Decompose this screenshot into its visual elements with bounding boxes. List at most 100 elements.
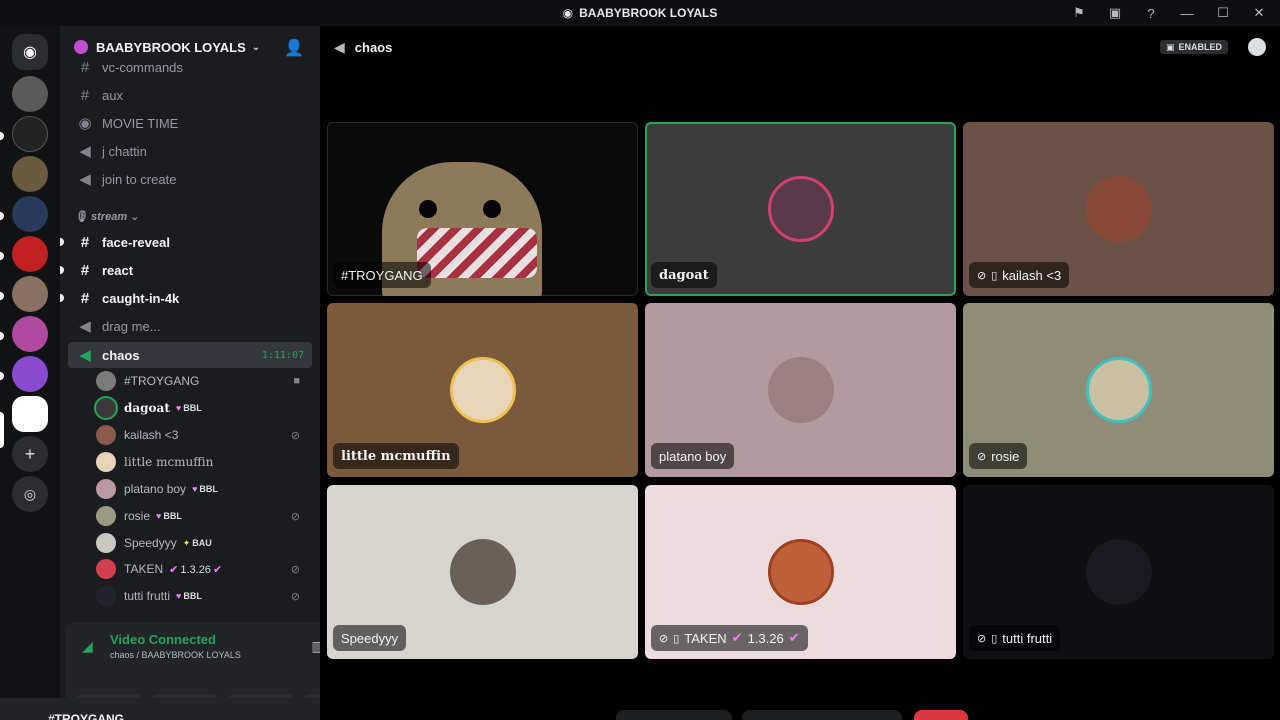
avatar — [96, 586, 116, 606]
user-panel[interactable]: #TROYGANG — [0, 698, 320, 720]
hash-icon: # — [80, 60, 90, 74]
mic-control[interactable] — [616, 710, 732, 720]
mic-muted-icon: ⊘ — [290, 510, 300, 523]
video-tile[interactable]: ⊘ ▯ tutti frutti — [963, 485, 1274, 659]
chat-icon[interactable] — [1248, 38, 1266, 56]
hash-icon: # — [80, 289, 90, 307]
server-icon[interactable] — [12, 316, 48, 352]
channel-item[interactable]: # caught-in-4k — [68, 285, 312, 311]
voice-member[interactable]: #TROYGANG ■ — [96, 369, 312, 393]
channel-item[interactable]: ◉ MOVIE TIME — [68, 110, 312, 136]
unread-dot — [60, 266, 64, 274]
close-icon[interactable]: ✕ — [1248, 2, 1270, 24]
chevron-down-icon: ⌄ — [251, 41, 261, 53]
hash-icon: # — [80, 86, 90, 104]
participant-name: ⊘ ▯ tutti frutti — [969, 625, 1061, 651]
stage-header: ◀ chaos ▣ ENABLED — [320, 26, 1280, 68]
explore-button[interactable]: ◎ — [12, 476, 48, 512]
channel-item[interactable]: # face-reveal — [68, 229, 312, 255]
voice-member[interactable]: platano boy ♥ BBL — [96, 477, 312, 501]
avatar — [1085, 176, 1152, 242]
server-icon[interactable] — [12, 356, 48, 392]
avatar — [96, 559, 116, 579]
add-member-icon[interactable]: 👤 — [284, 38, 304, 58]
voice-member[interactable]: little mcmuffin — [96, 450, 312, 474]
voice-member[interactable]: TAKEN ✔ 1.3.26 ✔ ⊘ — [96, 557, 312, 581]
video-tile[interactable]: ⊘ ▯ TAKEN ✔ 1.3.26 ✔ — [645, 485, 956, 659]
voice-member[interactable]: kailash <3 ⊘ — [96, 423, 312, 447]
participant-name: Speedyyy — [333, 625, 407, 651]
voice-member[interactable]: rosie ♥ BBL ⊘ — [96, 504, 312, 528]
add-server-button[interactable]: + — [12, 436, 48, 472]
avatar — [767, 176, 834, 242]
leave-call-button[interactable] — [914, 710, 968, 720]
speaker-icon: ◀ — [334, 38, 345, 55]
flag-icon[interactable]: ⚑ — [1068, 2, 1090, 24]
guild-name: BAABYBROOK LOYALS — [96, 39, 246, 55]
mobile-icon: ▯ — [991, 269, 998, 282]
participant-name: ⊘ ▯ TAKEN ✔ 1.3.26 ✔ — [651, 625, 808, 651]
voice-location: chaos / BAABYBROOK LOYALS — [110, 650, 241, 660]
voice-member[interactable]: dagoat ♥ BBL — [96, 396, 312, 420]
server-icon[interactable] — [12, 276, 48, 312]
avatar — [449, 539, 516, 605]
server-icon[interactable] — [12, 236, 48, 272]
video-feed-scarf — [417, 228, 537, 278]
video-tile[interactable]: little mcmuffin — [327, 303, 638, 477]
speaker-icon: ◀ — [79, 143, 91, 160]
video-tile[interactable]: ⊘ rosie — [963, 303, 1274, 477]
channel-item[interactable]: # aux — [68, 82, 312, 108]
avatar — [96, 479, 116, 499]
voice-member[interactable]: Speedyyy ✦ BAU — [96, 531, 312, 555]
video-tile[interactable]: #TROYGANG — [327, 122, 638, 296]
unread-pill — [0, 132, 4, 140]
avatar — [96, 533, 116, 553]
server-icon[interactable] — [12, 76, 48, 112]
server-icon[interactable] — [12, 196, 48, 232]
current-user-name: #TROYGANG — [48, 712, 125, 720]
video-tile[interactable]: ⊘ ▯ kailash <3 — [963, 122, 1274, 296]
voice-member[interactable]: tutti frutti ♥ BBL ⊘ — [96, 584, 312, 608]
channel-item[interactable]: # react — [68, 257, 312, 283]
minimize-icon[interactable]: — — [1176, 2, 1198, 24]
status-badge[interactable]: ▣ ENABLED — [1159, 40, 1228, 54]
participant-name: ⊘ rosie — [969, 443, 1028, 469]
screen-share-icon[interactable]: ▣ — [1104, 2, 1126, 24]
mic-muted-icon: ⊘ — [977, 269, 987, 282]
check-icon: ✔ — [788, 630, 800, 645]
unread-dot — [60, 294, 64, 302]
channel-item[interactable]: ◀ j chattin — [68, 138, 312, 164]
video-tile[interactable]: Speedyyy — [327, 485, 638, 659]
channel-item[interactable]: # vc-commands — [68, 60, 312, 74]
role-tag: ✔ 1.3.26 ✔ — [169, 563, 223, 576]
server-boost-icon — [74, 40, 88, 54]
check-icon: ✔ — [731, 630, 743, 645]
server-icon-active[interactable] — [12, 396, 48, 432]
stream-icon: 🎙 — [74, 211, 88, 223]
participant-name: dagoat — [651, 262, 717, 288]
channel-item[interactable]: ◀ join to create — [68, 166, 312, 192]
category-header[interactable]: 🎙 stream ⌄ — [74, 210, 139, 223]
maximize-icon[interactable]: ☐ — [1212, 2, 1234, 24]
participant-name: #TROYGANG — [333, 262, 431, 288]
avatar — [96, 398, 116, 418]
role-tag: ♥ BBL — [176, 591, 202, 601]
avatar — [96, 371, 116, 391]
channel-item[interactable]: ◀ drag me... — [68, 313, 312, 339]
unread-dot — [60, 238, 64, 246]
title-bar: ◉ BAABYBROOK LOYALS ⚑ ▣ ? — ☐ ✕ — [0, 0, 1280, 26]
server-icon[interactable] — [12, 116, 48, 152]
participant-name: platano boy — [651, 443, 735, 469]
mic-muted-icon: ⊘ — [290, 429, 300, 442]
camera-control[interactable] — [742, 710, 902, 720]
video-tile[interactable]: platano boy — [645, 303, 956, 477]
home-button[interactable]: ◉ — [12, 34, 48, 70]
signal-icon[interactable]: ◢ — [82, 638, 93, 655]
help-icon[interactable]: ? — [1140, 2, 1162, 24]
speaker-icon: ◀ — [79, 347, 91, 364]
server-icon[interactable] — [12, 156, 48, 192]
voice-status[interactable]: Video Connected — [110, 632, 216, 647]
channel-item-active[interactable]: ◀ chaos 1:11:07 — [68, 342, 312, 368]
unread-pill — [0, 332, 4, 340]
video-tile[interactable]: dagoat — [645, 122, 956, 296]
